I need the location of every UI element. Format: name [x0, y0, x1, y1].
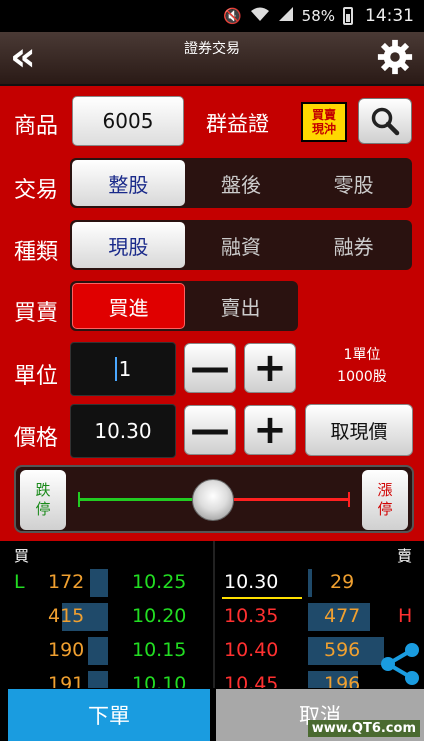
mute-icon: 🔇 — [222, 7, 242, 25]
trade-option-oddlot[interactable]: 零股 — [297, 160, 410, 206]
order-form: 商品 6005 群益證 買賣 現沖 交易 整股 盤後 零股 種類 現股 融資 融券… — [0, 86, 424, 541]
ask-depth-bar — [308, 569, 312, 597]
daytrade-tag-line1: 買賣 — [311, 108, 336, 122]
ask-price: 10.45 — [224, 673, 279, 688]
type-label: 種類 — [14, 240, 59, 265]
daytrade-tag-line2: 現沖 — [311, 122, 336, 136]
ask-price: 10.35 — [224, 605, 279, 627]
price-input[interactable]: 10.30 — [70, 404, 176, 458]
status-bar: 🔇 58% 14:31 — [0, 0, 424, 32]
book-row[interactable]: 191 10.10 10.45 196 — [0, 669, 424, 688]
book-row[interactable]: 190 10.15 10.40 596 — [0, 635, 424, 667]
ask-qty: 477 — [324, 605, 361, 627]
bid-depth-bar — [90, 569, 108, 597]
place-order-button[interactable]: 下單 — [8, 689, 210, 741]
unit-value: 1 — [114, 357, 131, 381]
limit-up-line1: 漲 — [377, 481, 393, 499]
current-price-button[interactable]: 取現價 — [305, 404, 413, 456]
order-book: 買 賣 L 172 10.25 10.30 29 415 10.20 10.35… — [0, 541, 424, 688]
price-plus-button[interactable]: + — [244, 405, 296, 455]
gear-icon[interactable] — [376, 38, 414, 76]
unit-info-line2: 1000股 — [337, 369, 387, 385]
price-slider: 跌停 漲停 — [14, 465, 414, 533]
daytrade-badge[interactable]: 買賣 現沖 — [301, 102, 347, 142]
type-option-short[interactable]: 融券 — [297, 222, 410, 268]
limit-down-line1: 跌 — [35, 481, 51, 499]
current-price-underline — [222, 597, 302, 599]
bid-qty: 415 — [48, 605, 85, 627]
watermark: www.QT6.com — [307, 720, 420, 737]
battery-percent: 58% — [301, 7, 335, 25]
unit-minus-button[interactable]: — — [184, 343, 236, 393]
app-header: « 證券交易 — [0, 32, 424, 86]
clock: 14:31 — [365, 6, 414, 26]
bid-qty: 191 — [48, 673, 85, 688]
trade-option-afterhours[interactable]: 盤後 — [185, 160, 298, 206]
bid-price: 10.15 — [132, 639, 187, 661]
book-row[interactable]: L 172 10.25 10.30 29 — [0, 567, 424, 599]
limit-up-button[interactable]: 漲停 — [362, 470, 408, 530]
bid-qty: 172 — [48, 571, 85, 593]
book-row[interactable]: 415 10.20 10.35 477 H — [0, 601, 424, 633]
search-button[interactable] — [358, 98, 412, 144]
ask-price: 10.30 — [224, 571, 279, 593]
side-option-buy[interactable]: 買進 — [72, 283, 185, 329]
signal-icon — [278, 6, 294, 26]
ask-qty: 596 — [324, 639, 361, 661]
type-segment: 現股 融資 融券 — [70, 220, 412, 270]
ask-qty: 29 — [330, 571, 355, 593]
side-segment: 買進 賣出 — [70, 281, 298, 331]
share-icon[interactable] — [376, 641, 422, 687]
ask-price: 10.40 — [224, 639, 279, 661]
bottom-bar: 下單 取消 www.QT6.com — [0, 689, 424, 741]
product-label: 商品 — [14, 114, 59, 139]
trade-option-regular[interactable]: 整股 — [72, 160, 185, 206]
type-option-margin[interactable]: 融資 — [185, 222, 298, 268]
limit-down-button[interactable]: 跌停 — [20, 470, 66, 530]
buy-header: 買 — [14, 547, 30, 565]
row-flag-right: H — [398, 605, 413, 627]
bid-price: 10.10 — [132, 673, 187, 688]
unit-info-line1: 1單位 — [343, 347, 381, 363]
type-option-cash[interactable]: 現股 — [72, 222, 185, 268]
unit-info: 1單位 1000股 — [312, 344, 412, 388]
bid-depth-bar — [88, 671, 108, 688]
product-code-input[interactable]: 6005 — [72, 96, 184, 146]
page-title: 證券交易 — [184, 41, 240, 57]
bid-depth-bar — [88, 637, 108, 665]
unit-input[interactable]: 1 — [70, 342, 176, 396]
unit-label: 單位 — [14, 364, 59, 389]
slider-tick-high — [348, 492, 350, 507]
limit-down-line2: 停 — [35, 500, 51, 518]
unit-plus-button[interactable]: + — [244, 343, 296, 393]
side-option-sell[interactable]: 賣出 — [185, 283, 296, 329]
trade-segment: 整股 盤後 零股 — [70, 158, 412, 208]
limit-up-line2: 停 — [377, 500, 393, 518]
search-icon — [371, 107, 400, 136]
price-label: 價格 — [14, 426, 59, 451]
product-name: 群益證 — [206, 112, 269, 136]
trade-label: 交易 — [14, 178, 59, 203]
side-label: 買賣 — [14, 301, 59, 326]
slider-thumb[interactable] — [192, 479, 234, 521]
row-flag-left: L — [14, 571, 25, 593]
price-minus-button[interactable]: — — [184, 405, 236, 455]
ask-qty: 196 — [324, 673, 361, 688]
order-book-header: 買 賣 — [0, 541, 424, 566]
bid-price: 10.25 — [132, 571, 187, 593]
bid-qty: 190 — [48, 639, 85, 661]
bid-price: 10.20 — [132, 605, 187, 627]
battery-icon — [343, 7, 353, 25]
wifi-icon — [250, 6, 270, 26]
sell-header: 賣 — [396, 547, 412, 565]
